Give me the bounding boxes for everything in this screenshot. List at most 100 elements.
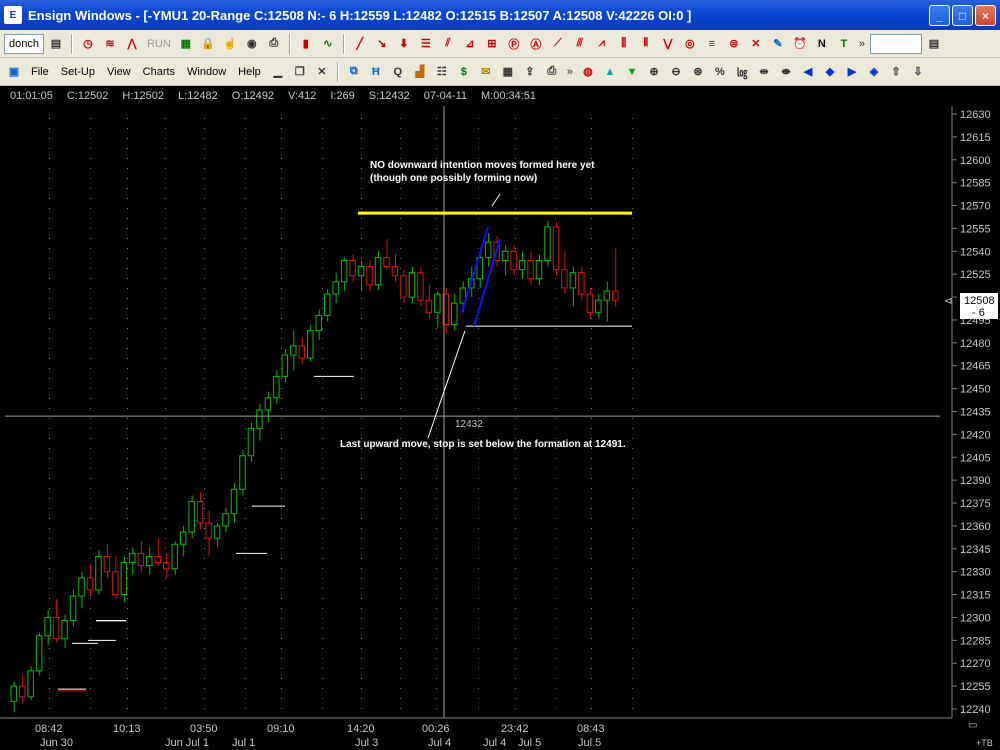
- grid-dot: [591, 488, 592, 489]
- candle-icon[interactable]: ▮: [296, 34, 316, 54]
- expand-icon[interactable]: ⇼: [776, 62, 796, 82]
- candlestick-chart[interactable]: 12630 12615 12600 12585 12570 12555 12540 12525…: [0, 106, 1000, 750]
- scroll-left-icon[interactable]: ◀: [798, 62, 818, 82]
- arrow-down-outline-icon[interactable]: ⇩: [908, 62, 928, 82]
- grid-dot: [400, 398, 401, 399]
- bold-n-icon[interactable]: N: [812, 34, 832, 54]
- maximize-button[interactable]: □: [952, 5, 973, 26]
- zoom-fit-icon[interactable]: ⊛: [688, 62, 708, 82]
- pointer-icon[interactable]: ☝: [220, 34, 240, 54]
- candle-body: [256, 409, 263, 429]
- menu-window[interactable]: Window: [182, 66, 231, 78]
- menu-help[interactable]: Help: [233, 66, 266, 78]
- date-tick-label: Jul 1: [232, 737, 255, 749]
- mdi-minimize-icon[interactable]: ▁: [268, 62, 288, 82]
- cross-icon[interactable]: ✕: [746, 34, 766, 54]
- circle-icon[interactable]: ◎: [680, 34, 700, 54]
- refresh-icon[interactable]: ◍: [578, 62, 598, 82]
- log-icon[interactable]: ㏒: [732, 62, 752, 82]
- list-icon[interactable]: ☷: [432, 62, 452, 82]
- pen-icon[interactable]: ✎: [768, 34, 788, 54]
- chart-template-combo[interactable]: donch: [4, 33, 44, 54]
- arrow-down-icon[interactable]: ⬇: [394, 34, 414, 54]
- grid-dot: [515, 638, 516, 639]
- grid-dot: [127, 378, 128, 379]
- line-chart-icon[interactable]: ∿: [318, 34, 338, 54]
- grid-dot: [436, 278, 437, 279]
- grid-box-icon[interactable]: ⊞: [482, 34, 502, 54]
- price-chart-area[interactable]: 12630 12615 12600 12585 12570 12555 12540 12525…: [0, 106, 1000, 750]
- ray-icon[interactable]: ↘: [372, 34, 392, 54]
- box-p-icon[interactable]: Ⓟ: [504, 34, 524, 54]
- zigzag-icon[interactable]: ⩘: [592, 34, 612, 54]
- target-icon[interactable]: ◉: [242, 34, 262, 54]
- bar-chart-icon[interactable]: ▟: [410, 62, 430, 82]
- chart-list-icon[interactable]: ▤: [46, 34, 66, 54]
- ellipse-icon[interactable]: ⊜: [724, 34, 744, 54]
- more-menu-button[interactable]: »: [564, 62, 576, 82]
- menu-charts[interactable]: Charts: [138, 66, 180, 78]
- symbol-combo[interactable]: [869, 33, 922, 54]
- more-tools-button[interactable]: »: [856, 34, 868, 54]
- wave-icon[interactable]: ≋: [100, 34, 120, 54]
- grid-dot: [90, 268, 91, 269]
- grid-dot: [478, 138, 479, 139]
- fan-icon[interactable]: ⊿: [460, 34, 480, 54]
- grid-dot: [204, 378, 205, 379]
- mdi-restore-icon[interactable]: ❐: [290, 62, 310, 82]
- clock-icon[interactable]: ◷: [78, 34, 98, 54]
- windows-icon[interactable]: ⧉: [344, 62, 364, 82]
- axis-scroll-icon[interactable]: ▭: [968, 720, 977, 731]
- print-icon[interactable]: ⎙: [542, 62, 562, 82]
- combo-list-icon[interactable]: ▤: [924, 34, 944, 54]
- wave-count-icon[interactable]: ⋁: [658, 34, 678, 54]
- cycles-icon[interactable]: ⫼: [614, 34, 634, 54]
- bars-icon[interactable]: ⦀: [636, 34, 656, 54]
- time-tick-label: 09:10: [267, 723, 295, 735]
- quote-icon[interactable]: Q: [388, 62, 408, 82]
- compress-icon[interactable]: ⇹: [754, 62, 774, 82]
- candle: [357, 260, 365, 291]
- triangle-down-icon[interactable]: ▼: [622, 62, 642, 82]
- grid-dot: [165, 418, 166, 419]
- arrow-up-icon[interactable]: ⇧: [886, 62, 906, 82]
- scroll-both-icon[interactable]: ◆: [820, 62, 840, 82]
- fib-icon[interactable]: ☰: [416, 34, 436, 54]
- zoom-in-icon[interactable]: ⊕: [644, 62, 664, 82]
- triangle-up-icon[interactable]: ▲: [600, 62, 620, 82]
- zoom-out-icon[interactable]: ⊖: [666, 62, 686, 82]
- parallel-icon[interactable]: ⫻: [570, 34, 590, 54]
- grid-dot: [90, 238, 91, 239]
- mdi-close-icon[interactable]: ✕: [312, 62, 332, 82]
- text-icon[interactable]: T: [834, 34, 854, 54]
- levels-icon[interactable]: ≡: [702, 34, 722, 54]
- box-a-icon[interactable]: Ⓐ: [526, 34, 546, 54]
- camera-icon[interactable]: ⎙: [264, 34, 284, 54]
- scale-icon[interactable]: ◈: [864, 62, 884, 82]
- channel-icon[interactable]: ⫽: [438, 34, 458, 54]
- grid-icon[interactable]: ▦: [176, 34, 196, 54]
- signal-icon[interactable]: ⋀: [122, 34, 142, 54]
- alarm-icon[interactable]: ⏰: [790, 34, 810, 54]
- scroll-right-icon[interactable]: ▶: [842, 62, 862, 82]
- grid-dot: [165, 688, 166, 689]
- run-button[interactable]: RUN: [144, 34, 174, 54]
- h-icon[interactable]: Ħ: [366, 62, 386, 82]
- export-icon[interactable]: ⇪: [520, 62, 540, 82]
- lock-icon[interactable]: 🔒: [198, 34, 218, 54]
- grid-dot: [515, 208, 516, 209]
- menu-view[interactable]: View: [102, 66, 136, 78]
- candle-body: [501, 250, 509, 261]
- trendline-icon[interactable]: ╱: [350, 34, 370, 54]
- percent-icon[interactable]: %: [710, 62, 730, 82]
- menu-setup[interactable]: Set-Up: [56, 66, 100, 78]
- menu-file[interactable]: File: [26, 66, 54, 78]
- gann-icon[interactable]: ⟋: [548, 34, 568, 54]
- grid-dot: [204, 198, 205, 199]
- dollar-icon[interactable]: $: [454, 62, 474, 82]
- grid-dot: [515, 668, 516, 669]
- close-button[interactable]: ×: [975, 5, 996, 26]
- minimize-button[interactable]: _: [929, 5, 950, 26]
- news-icon[interactable]: ✉: [476, 62, 496, 82]
- portfolio-icon[interactable]: ▦: [498, 62, 518, 82]
